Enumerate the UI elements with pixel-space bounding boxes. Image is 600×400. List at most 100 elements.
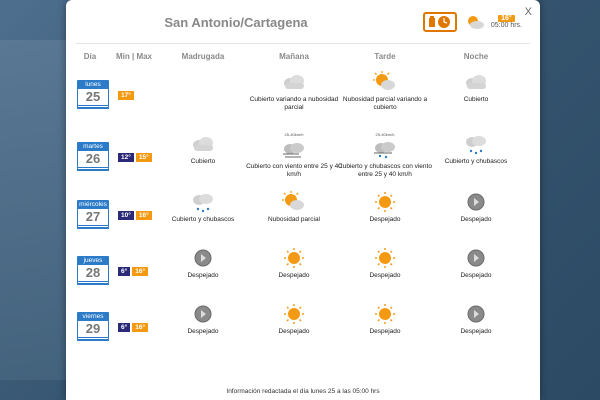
condition-label: Cubierto — [463, 96, 489, 103]
col-minmax: Min | Max — [115, 52, 153, 61]
forecast-row: martes 26 12° 15° Cubierto 25-40km/h Cubierto … — [66, 132, 540, 190]
day-badge: viernes 29 — [77, 312, 109, 341]
forecast-row: viernes 29 6° 16° Despejado Despejado Despejad… — [66, 302, 540, 360]
condition-label: Despejado — [369, 272, 401, 279]
cloud-icon — [284, 75, 304, 89]
day-badge: miércoles 27 — [77, 200, 109, 229]
max-temp: 15° — [135, 153, 152, 162]
forecast-cell-manana: Despejado — [244, 302, 344, 336]
day-date: 26 — [77, 151, 109, 168]
footer-note: Información redactada el día lunes 25 a … — [226, 388, 380, 395]
forecast-row: jueves 28 6° 16° Despejado Despejado Despejado… — [66, 246, 540, 304]
condition-label: Cubierto con viento entre 25 y 40 km/h — [246, 163, 342, 178]
cloud-icon — [193, 137, 213, 151]
forecast-cell-manana: Cubierto variando a nubosidad parcial — [244, 70, 344, 112]
forecast-cell-tarde: Despejado — [335, 246, 435, 280]
sun-icon — [284, 248, 304, 268]
day-name: jueves — [77, 256, 109, 265]
condition-label: Nubosidad parcial — [267, 216, 321, 223]
day-name: viernes — [77, 312, 109, 321]
forecast-cell-madrugada: Cubierto y chubascos — [153, 190, 253, 224]
forecast-cell-manana: Nubosidad parcial — [244, 190, 344, 224]
station-time-button[interactable] — [422, 12, 457, 32]
moon-icon — [467, 249, 485, 267]
day-date: 27 — [77, 209, 109, 226]
day-badge-base — [77, 106, 109, 109]
col-madrugada: Madrugada — [181, 52, 225, 61]
min-max-temps: 17° — [118, 91, 134, 100]
moon-icon — [467, 193, 485, 211]
condition-label: Cubierto — [190, 158, 216, 165]
day-name: martes — [77, 142, 109, 151]
condition-label: Despejado — [278, 328, 310, 335]
current-weather-icon — [467, 16, 484, 29]
forecast-cell-manana: 25-40km/h Cubierto con viento entre 25 y … — [244, 132, 344, 179]
day-badge-base — [77, 282, 109, 285]
condition-label: Despejado — [369, 328, 401, 335]
current-conditions: 16° 05:00 hrs. — [491, 15, 522, 29]
cloud-rain-icon — [466, 136, 486, 155]
moon-icon — [194, 305, 212, 323]
col-dia: Día — [83, 52, 97, 61]
forecast-cell-manana: Despejado — [244, 246, 344, 280]
sun-cloud-icon — [373, 71, 395, 90]
day-name: lunes — [77, 80, 109, 89]
cloud-rain-icon — [193, 194, 213, 213]
max-temp: 16° — [132, 323, 149, 332]
min-temp: 12° — [118, 153, 134, 162]
condition-label: Despejado — [460, 272, 492, 279]
location-title: San Antonio/Cartagena — [164, 15, 308, 30]
forecast-cell-madrugada: Despejado — [153, 246, 253, 280]
forecast-cell-noche: Cubierto y chubascos — [426, 132, 526, 166]
day-badge: lunes 25 — [77, 80, 109, 109]
condition-label: Cubierto y chubascos — [444, 158, 508, 165]
forecast-cell-tarde: Nubosidad parcial variando a cubierto — [335, 70, 435, 112]
moon-icon — [467, 305, 485, 323]
day-badge-base — [77, 168, 109, 171]
close-button[interactable]: X — [525, 6, 532, 18]
min-max-temps: 6° 16° — [118, 267, 149, 276]
col-manana: Mañana — [279, 52, 309, 61]
header-actions: 16° 05:00 hrs. — [422, 12, 522, 32]
condition-label: Nubosidad parcial variando a cubierto — [342, 96, 428, 111]
col-tarde: Tarde — [374, 52, 396, 61]
forecast-cell-tarde: Despejado — [335, 190, 435, 224]
min-max-temps: 12° 15° — [118, 153, 152, 162]
min-temp: 6° — [118, 267, 131, 276]
sun-icon — [375, 248, 395, 268]
forecast-cell-madrugada: Despejado — [153, 302, 253, 336]
forecast-modal: X San Antonio/Cartagena 16° 05:00 hrs. D… — [66, 0, 540, 400]
condition-label: Despejado — [187, 328, 219, 335]
map-land — [0, 40, 66, 380]
day-badge: jueves 28 — [77, 256, 109, 285]
condition-label: Despejado — [187, 272, 219, 279]
day-badge-base — [77, 226, 109, 229]
condition-label: Despejado — [278, 272, 310, 279]
moon-icon — [194, 249, 212, 267]
forecast-cell-tarde: 25-40km/h Cubierto y chubascos con viento… — [335, 132, 435, 179]
clock-station-icon — [428, 16, 450, 28]
cloud-rain-wind-icon — [374, 142, 395, 159]
forecast-cell-tarde: Despejado — [335, 302, 435, 336]
day-date: 29 — [77, 321, 109, 338]
max-temp: 17° — [118, 91, 134, 100]
forecast-cell-noche: Despejado — [426, 246, 526, 280]
cloud-icon — [466, 75, 486, 89]
forecast-cell-noche: Cubierto — [426, 70, 526, 104]
current-time: 05:00 hrs. — [490, 22, 522, 29]
forecast-cell-madrugada: Cubierto — [153, 132, 253, 166]
min-max-temps: 10° 16° — [118, 211, 152, 220]
sun-icon — [375, 304, 395, 324]
min-temp: 6° — [118, 323, 131, 332]
condition-label: Cubierto y chubascos — [171, 216, 235, 223]
condition-label: Despejado — [460, 216, 492, 223]
condition-label: Despejado — [460, 328, 492, 335]
day-date: 25 — [77, 89, 109, 106]
forecast-row: miércoles 27 10° 16° Cubierto y chubascos Nub… — [66, 190, 540, 248]
wind-range: 25-40km/h — [284, 132, 304, 137]
sun-cloud-icon — [282, 191, 304, 210]
day-badge-base — [77, 338, 109, 341]
wind-range: 25-40km/h — [375, 132, 395, 137]
day-date: 28 — [77, 265, 109, 282]
day-badge: martes 26 — [77, 142, 109, 171]
